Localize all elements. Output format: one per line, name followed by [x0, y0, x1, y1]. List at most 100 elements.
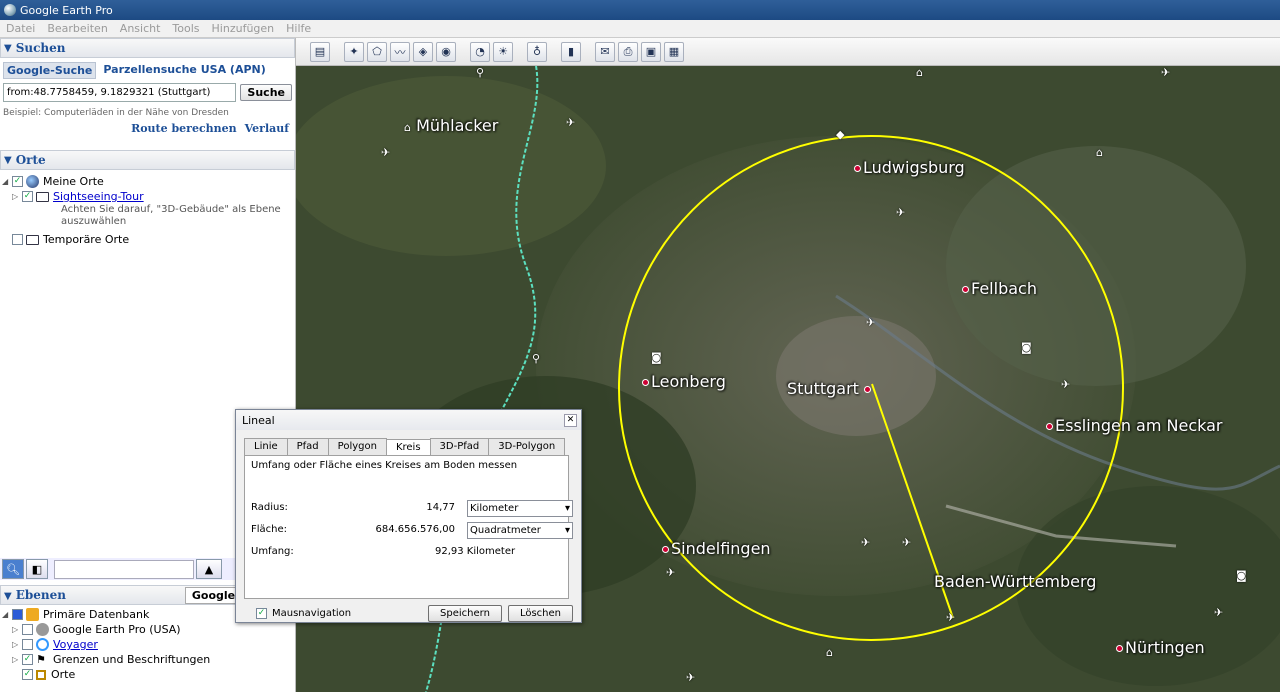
layer-item[interactable]: ▷ ✓ ⚑ Grenzen und Beschriftungen — [2, 652, 296, 667]
delete-button[interactable]: Löschen — [507, 605, 573, 622]
checkbox-icon[interactable] — [22, 624, 33, 635]
city-label[interactable]: Nürtingen — [1116, 638, 1205, 657]
airport-icon[interactable]: ✈ — [902, 536, 911, 549]
save-image-icon[interactable]: ▣ — [641, 41, 661, 62]
tab-line[interactable]: Linie — [244, 438, 288, 455]
menu-tools[interactable]: Tools — [166, 22, 205, 35]
expand-arrow-icon[interactable]: ▷ — [12, 625, 22, 634]
checkbox-icon[interactable] — [12, 234, 23, 245]
tab-3d-polygon[interactable]: 3D-Polygon — [488, 438, 566, 455]
building-icon[interactable]: ⌂ — [1096, 146, 1103, 159]
close-icon[interactable]: ✕ — [564, 413, 577, 427]
airport-icon[interactable]: ✈ — [896, 206, 905, 219]
add-polygon-icon[interactable]: ⬠ — [367, 41, 387, 62]
airport-icon[interactable]: ✈ — [381, 146, 390, 159]
tree-item-sightseeing[interactable]: ▷ ✓ Sightseeing-Tour — [2, 189, 295, 204]
expand-arrow-icon[interactable]: ▷ — [12, 640, 22, 649]
expand-arrow-icon[interactable]: ▷ — [12, 192, 22, 201]
sidebar-toggle-icon[interactable]: ▤ — [310, 41, 330, 62]
airport-icon[interactable]: ✈ — [866, 316, 875, 329]
tab-path[interactable]: Pfad — [286, 438, 329, 455]
panel-toggle-icon[interactable]: ◧ — [26, 559, 48, 579]
ruler-title-bar[interactable]: Lineal ✕ — [236, 410, 581, 430]
menu-datei[interactable]: Datei — [0, 22, 41, 35]
print-icon[interactable]: ⎙ — [618, 41, 638, 62]
tree-item-temp-places[interactable]: Temporäre Orte — [2, 232, 295, 247]
airport-icon[interactable]: ✈ — [1061, 378, 1070, 391]
search-button[interactable]: Suche — [240, 84, 292, 101]
record-tour-icon[interactable]: ◉ — [436, 41, 456, 62]
places-panel-header[interactable]: ▼ Orte — [0, 150, 295, 170]
airport-icon[interactable]: ✈ — [566, 116, 575, 129]
layer-label[interactable]: Voyager — [53, 638, 98, 651]
sunlight-icon[interactable]: ☀ — [493, 41, 513, 62]
city-label[interactable]: Esslingen am Neckar — [1046, 416, 1223, 435]
search-panel-title: Suchen — [15, 41, 66, 55]
radius-unit-select[interactable]: Kilometer ▾ — [467, 500, 573, 517]
menu-hilfe[interactable]: Hilfe — [280, 22, 317, 35]
area-unit-select[interactable]: Quadratmeter ▾ — [467, 522, 573, 539]
tab-3d-path[interactable]: 3D-Pfad — [429, 438, 490, 455]
search-icon[interactable]: 🔍︎ — [2, 559, 24, 579]
historical-imagery-icon[interactable]: ◔ — [470, 41, 490, 62]
poi-icon[interactable]: ◆ — [836, 128, 844, 141]
search-panel-header[interactable]: ▼ Suchen — [0, 38, 295, 58]
city-label[interactable]: Stuttgart — [787, 379, 873, 398]
layer-item[interactable]: ✓ Orte — [2, 667, 296, 682]
move-up-icon[interactable]: ▲ — [196, 559, 222, 579]
add-placemark-icon[interactable]: ✦ — [344, 41, 364, 62]
add-path-icon[interactable]: 〰 — [390, 41, 410, 62]
checkbox-icon[interactable]: ✓ — [22, 191, 33, 202]
places-filter-input[interactable] — [54, 559, 194, 579]
camera-icon[interactable]: ◙ — [1021, 341, 1032, 354]
search-input[interactable] — [3, 83, 237, 102]
region-label[interactable]: Baden-Württemberg — [934, 572, 1096, 591]
sightseeing-link[interactable]: Sightseeing-Tour — [53, 190, 144, 203]
city-label[interactable]: Sindelfingen — [662, 539, 771, 558]
city-label[interactable]: Ludwigsburg — [854, 158, 965, 177]
city-label[interactable]: Leonberg — [642, 372, 726, 391]
tab-circle[interactable]: Kreis — [385, 439, 431, 456]
route-link[interactable]: Route berechnen — [131, 122, 237, 135]
checkbox-icon[interactable] — [22, 639, 33, 650]
city-label[interactable]: Fellbach — [962, 279, 1037, 298]
history-link[interactable]: Verlauf — [245, 122, 289, 135]
layer-item[interactable]: ▷ Google Earth Pro (USA) — [2, 622, 296, 637]
city-label[interactable]: ⌂ Mühlacker — [404, 116, 498, 135]
building-icon[interactable]: ⌂ — [916, 66, 923, 79]
poi-icon[interactable]: ⚲ — [532, 352, 540, 365]
tab-google-search[interactable]: Google-Suche — [3, 62, 97, 79]
checkbox-icon[interactable]: ✓ — [22, 654, 33, 665]
layer-item[interactable]: ▷ Voyager — [2, 637, 296, 652]
checkbox-icon[interactable]: ✓ — [12, 176, 23, 187]
airport-icon[interactable]: ✈ — [861, 536, 870, 549]
poi-icon[interactable]: ⚲ — [476, 66, 484, 79]
airport-icon[interactable]: ✈ — [946, 611, 955, 624]
airport-icon[interactable]: ✈ — [666, 566, 675, 579]
email-icon[interactable]: ✉ — [595, 41, 615, 62]
airport-icon[interactable]: ✈ — [1214, 606, 1223, 619]
tab-parcel-search[interactable]: Parzellensuche USA (APN) — [100, 62, 268, 79]
expand-arrow-icon[interactable]: ◢ — [2, 610, 12, 619]
tree-item-my-places[interactable]: ◢ ✓ Meine Orte — [2, 174, 295, 189]
airport-icon[interactable]: ✈ — [1161, 66, 1170, 79]
layer-label: Grenzen und Beschriftungen — [53, 653, 211, 666]
expand-arrow-icon[interactable]: ◢ — [2, 177, 12, 186]
airport-icon[interactable]: ✈ — [686, 671, 695, 684]
view-in-maps-icon[interactable]: ▦ — [664, 41, 684, 62]
checkbox-icon[interactable]: ✓ — [22, 669, 33, 680]
menu-bearbeiten[interactable]: Bearbeiten — [41, 22, 113, 35]
mouse-nav-checkbox[interactable]: ✓ — [256, 608, 267, 619]
add-overlay-icon[interactable]: ◈ — [413, 41, 433, 62]
planets-icon[interactable]: ♁ — [527, 41, 547, 62]
expand-arrow-icon[interactable]: ▷ — [12, 655, 22, 664]
camera-icon[interactable]: ◙ — [1236, 569, 1247, 582]
ruler-icon[interactable]: ▮ — [561, 41, 581, 62]
camera-icon[interactable]: ◙ — [651, 351, 662, 364]
save-button[interactable]: Speichern — [428, 605, 502, 622]
tab-polygon[interactable]: Polygon — [327, 438, 387, 455]
menu-hinzufuegen[interactable]: Hinzufügen — [206, 22, 281, 35]
checkbox-icon[interactable] — [12, 609, 23, 620]
building-icon[interactable]: ⌂ — [826, 646, 833, 659]
menu-ansicht[interactable]: Ansicht — [114, 22, 167, 35]
